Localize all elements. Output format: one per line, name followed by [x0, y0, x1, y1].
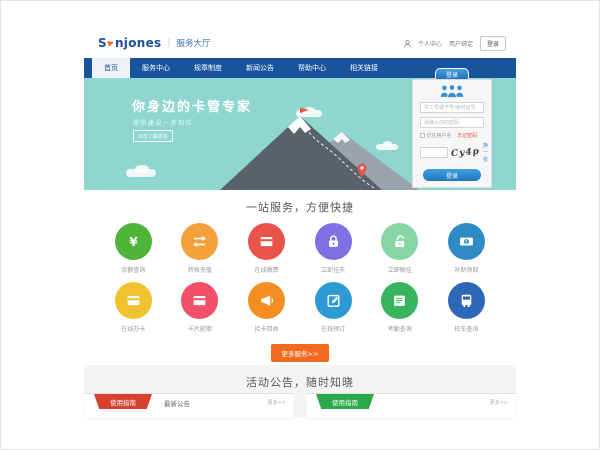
money-icon[interactable]: 1: [448, 223, 485, 260]
tab-usage-guide-left[interactable]: 使用指南: [94, 394, 152, 409]
more-services-button[interactable]: 更多服务>>: [271, 344, 330, 362]
tab-usage-guide-right[interactable]: 使用指南: [316, 394, 374, 409]
tab-latest-announcements[interactable]: 最新公告: [164, 398, 190, 408]
remember-row: 记住用户名 | 忘记密码: [420, 132, 484, 139]
header-right: 个人中心 用户绑定 登录: [404, 36, 506, 51]
transfer-icon[interactable]: [181, 223, 218, 260]
nav-item-1[interactable]: 服务中心: [130, 58, 182, 78]
yuan-icon[interactable]: ¥: [115, 223, 152, 260]
logo-text-left: S: [98, 36, 107, 50]
remember-label[interactable]: 记住用户名: [427, 132, 452, 139]
logo[interactable]: S njones | 服务大厅: [98, 36, 211, 50]
divider: |: [454, 133, 456, 139]
nav-item-5[interactable]: 相关链接: [338, 58, 390, 78]
captcha-image[interactable]: Cy4p: [451, 146, 481, 158]
more-link-right[interactable]: 更多>>: [490, 399, 508, 406]
card-icon[interactable]: [115, 282, 152, 319]
service-label: 补助领取: [433, 265, 500, 274]
service-label: 在线缴费: [233, 265, 300, 274]
logo-divider: |: [167, 38, 170, 48]
service-item-7[interactable]: 卡片延期: [167, 282, 234, 333]
service-label: 考勤查询: [367, 324, 434, 333]
service-label: 立即解挂: [367, 265, 434, 274]
svg-text:1: 1: [465, 240, 468, 246]
list-icon[interactable]: [381, 282, 418, 319]
captcha-row: Cy4p 换一张: [420, 142, 484, 163]
nav-item-3[interactable]: 新闻公告: [234, 58, 286, 78]
password-input[interactable]: [420, 117, 484, 128]
service-label: 在线办卡: [100, 324, 167, 333]
unlock-icon[interactable]: [381, 223, 418, 260]
login-panel: 记住用户名 | 忘记密码 Cy4p 换一张 登录: [412, 79, 492, 188]
logo-tagline: 服务大厅: [177, 37, 211, 49]
forgot-password-link[interactable]: 忘记密码: [457, 132, 477, 139]
edit-icon[interactable]: [315, 282, 352, 319]
service-label: 拾卡回收: [233, 324, 300, 333]
service-item-2[interactable]: 在线缴费: [233, 223, 300, 274]
announcements-title: 活动公告，随时知晓: [84, 374, 516, 390]
users-icon: [439, 84, 465, 98]
service-item-8[interactable]: 拾卡回收: [233, 282, 300, 333]
captcha-refresh-link[interactable]: 换一张: [483, 142, 488, 163]
logo-arrow-icon: [107, 39, 115, 47]
hero-cta-button[interactable]: 点击了解更多: [133, 130, 173, 142]
captcha-input[interactable]: [420, 147, 448, 158]
user-icon: [404, 40, 411, 48]
site-container: S njones | 服务大厅 个人中心 用户绑定 登录 首页服务中心规章制度新…: [84, 28, 516, 418]
site-header: S njones | 服务大厅 个人中心 用户绑定 登录: [84, 28, 516, 58]
guide-panel-right: 使用指南 更多>>: [306, 393, 516, 418]
mountain-illustration: [212, 106, 444, 190]
megaphone-icon[interactable]: [248, 282, 285, 319]
service-label: 余额查询: [100, 265, 167, 274]
service-item-3[interactable]: 立即挂失: [300, 223, 367, 274]
service-label: 转账充值: [167, 265, 234, 274]
hero-subtitle: 提供建设一步到位: [133, 118, 193, 127]
service-item-11[interactable]: 校车查询: [433, 282, 500, 333]
services-grid: ¥ 余额查询转账充值在线缴费立即挂失立即解挂 1 补助领取在线办卡卡片延期拾卡回收在线…: [100, 223, 500, 341]
username-input[interactable]: [420, 102, 484, 113]
more-link-left[interactable]: 更多>>: [268, 399, 286, 406]
announcement-panels: 使用指南 最新公告 更多>> 使用指南 更多>>: [84, 393, 516, 418]
service-label: 在线预订: [300, 324, 367, 333]
lock-icon[interactable]: [315, 223, 352, 260]
login-submit-button[interactable]: 登录: [423, 169, 481, 181]
user-binding-link[interactable]: 用户绑定: [449, 39, 473, 48]
service-item-6[interactable]: 在线办卡: [100, 282, 167, 333]
service-item-5[interactable]: 1 补助领取: [433, 223, 500, 274]
nav-item-0[interactable]: 首页: [92, 58, 130, 78]
cloud-icon: [126, 169, 156, 177]
guide-panel-left: 使用指南 最新公告 更多>>: [84, 393, 294, 418]
service-label: 卡片延期: [167, 324, 234, 333]
nav-item-4[interactable]: 帮助中心: [286, 58, 338, 78]
header-login-button[interactable]: 登录: [480, 36, 506, 51]
service-item-9[interactable]: 在线预订: [300, 282, 367, 333]
service-item-0[interactable]: ¥ 余额查询: [100, 223, 167, 274]
announcements-section: 活动公告，随时知晓 使用指南 最新公告 更多>> 使用指南 更多>>: [84, 365, 516, 418]
svg-text:¥: ¥: [129, 235, 138, 249]
service-item-4[interactable]: 立即解挂: [367, 223, 434, 274]
services-section: 一站服务，方便快捷 ¥ 余额查询转账充值在线缴费立即挂失立即解挂 1 补助领取在线办卡…: [84, 190, 516, 365]
login-tab[interactable]: 登录: [435, 68, 469, 79]
service-label: 校车查询: [433, 324, 500, 333]
logo-text-right: njones: [115, 36, 162, 50]
remember-checkbox[interactable]: [420, 133, 425, 138]
nav-item-2[interactable]: 规章制度: [182, 58, 234, 78]
card-icon[interactable]: [248, 223, 285, 260]
service-label: 立即挂失: [300, 265, 367, 274]
service-item-10[interactable]: 考勤查询: [367, 282, 434, 333]
service-item-1[interactable]: 转账充值: [167, 223, 234, 274]
card-icon[interactable]: [181, 282, 218, 319]
personal-center-link[interactable]: 个人中心: [418, 39, 442, 48]
services-title: 一站服务，方便快捷: [84, 199, 516, 215]
bus-icon[interactable]: [448, 282, 485, 319]
